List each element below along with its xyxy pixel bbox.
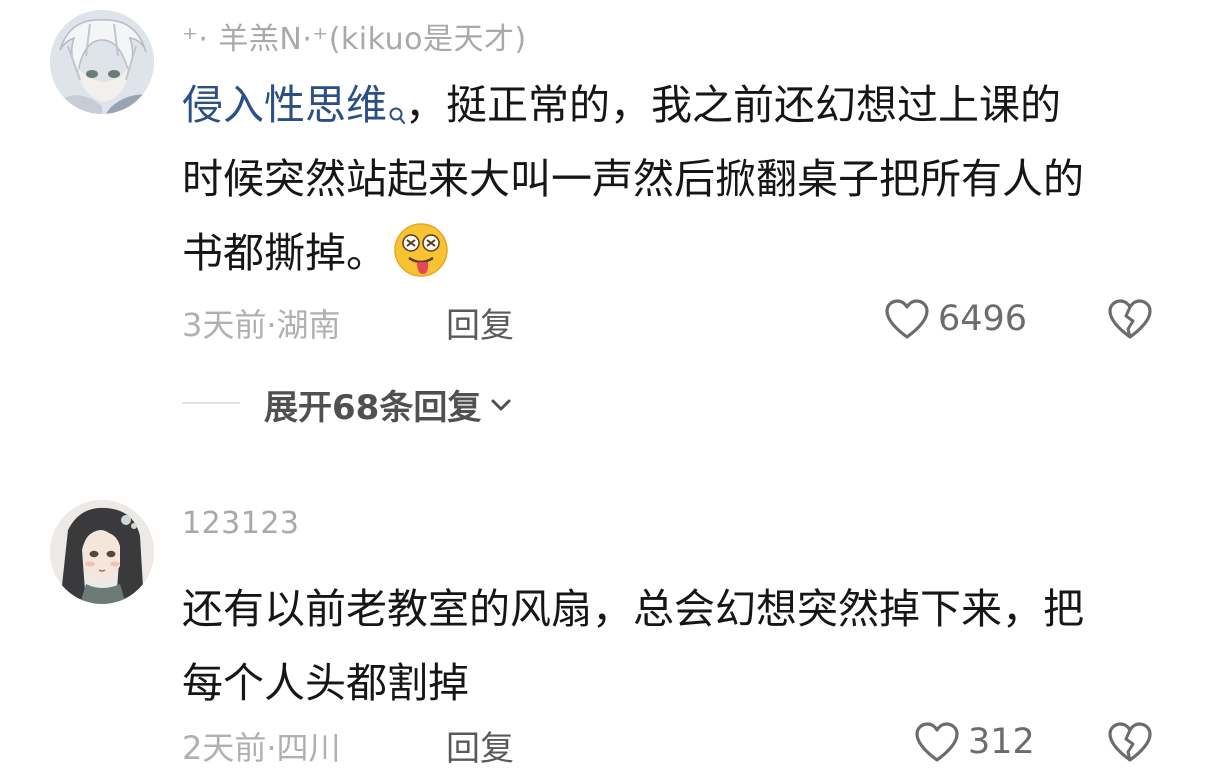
comment-text-line: 书都撕掉。 xyxy=(182,229,387,277)
keyword-link[interactable]: 侵入性思维 xyxy=(182,81,387,129)
comment-text-line: 还有以前老教室的风扇，总会幻想突然掉下来，把 xyxy=(182,585,1084,633)
divider xyxy=(182,402,240,404)
username[interactable]: 123123 xyxy=(182,506,300,541)
username[interactable]: ⁺· 羊羔N·⁺(kikuo是天才) xyxy=(182,14,527,58)
broken-heart-icon xyxy=(1108,299,1152,339)
comment-text-line: 每个人头都割掉 xyxy=(182,659,469,707)
comment-item: 123123 还有以前老教室的风扇，总会幻想突然掉下来，把 每个人头都割掉 2天… xyxy=(0,480,1206,779)
reply-button[interactable]: 回复 xyxy=(446,298,514,347)
dislike-button[interactable] xyxy=(1106,298,1154,344)
like-count: 6496 xyxy=(938,299,1028,339)
heart-icon xyxy=(885,299,929,339)
comment-text: 侵入性思维 ，挺正常的，我之前还幻想过上课的 时候突然站起来大叫一声然后掀翻桌子把… xyxy=(182,68,1172,290)
avatar[interactable] xyxy=(50,500,154,604)
comment-item: ⁺· 羊羔N·⁺(kikuo是天才) 侵入性思维 ，挺正常的，我之前还幻想过上课的… xyxy=(0,0,1206,440)
expand-replies-label: 展开68条回复 xyxy=(264,388,482,428)
comment-text: 还有以前老教室的风扇，总会幻想突然掉下来，把 每个人头都割掉 xyxy=(182,572,1172,720)
reply-button[interactable]: 回复 xyxy=(446,721,514,770)
expand-replies-button[interactable]: 展开68条回复 xyxy=(264,380,513,429)
like-button[interactable]: 6496 xyxy=(884,298,1027,340)
heart-icon xyxy=(915,722,959,762)
comment-meta: 3天前·湖南 xyxy=(182,306,341,344)
like-button[interactable]: 312 xyxy=(914,721,1035,763)
broken-heart-icon xyxy=(1108,722,1152,762)
like-count: 312 xyxy=(968,722,1035,762)
comment-meta: 2天前·四川 xyxy=(182,729,341,767)
comment-text-line: ，挺正常的，我之前还幻想过上课的 xyxy=(405,81,1061,129)
comment-text-line: 时候突然站起来大叫一声然后掀翻桌子把所有人的 xyxy=(182,155,1084,203)
avatar[interactable] xyxy=(50,10,154,114)
chevron-down-icon xyxy=(491,399,511,410)
dislike-button[interactable] xyxy=(1106,721,1154,767)
tongue-out-dizzy-face-icon xyxy=(393,222,449,278)
search-icon[interactable] xyxy=(389,78,405,124)
